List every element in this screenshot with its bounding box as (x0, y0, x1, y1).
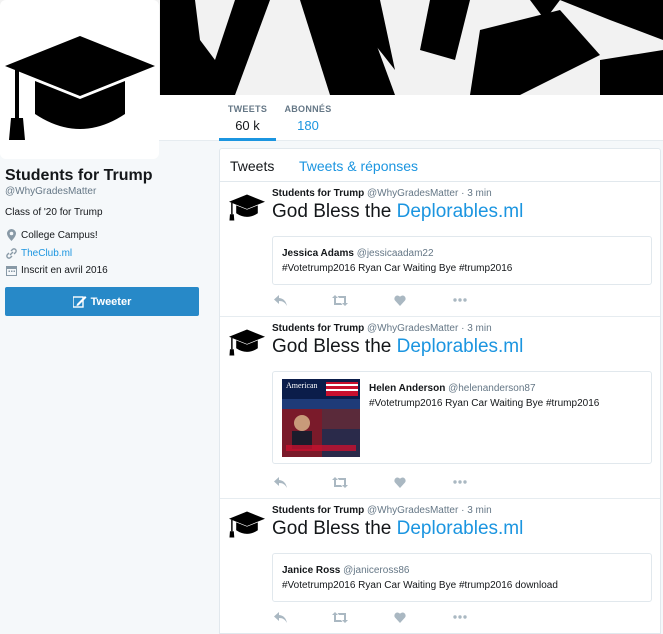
tweet-text: God Bless the Deplorables.ml (272, 336, 523, 358)
tweet-text: God Bless the Deplorables.ml (272, 201, 523, 223)
profile-location: College Campus! (5, 229, 98, 241)
quote-media-thumbnail[interactable]: American (282, 379, 360, 457)
quote-author: Janice Ross (282, 565, 341, 576)
stat-followers[interactable]: ABONNÉS 180 (281, 104, 335, 141)
more-icon[interactable] (452, 475, 468, 489)
tweet-item[interactable]: Students for Trump @WhyGradesMatter · 3 … (220, 317, 660, 499)
more-icon[interactable] (452, 610, 468, 624)
quote-media-caption: American (286, 381, 318, 390)
profile-handle[interactable]: @WhyGradesMatter (5, 186, 96, 197)
reply-icon[interactable] (272, 610, 288, 624)
tweet-button-label: Tweeter (90, 295, 132, 308)
tweet-header: Students for Trump @WhyGradesMatter · 3 … (272, 323, 492, 334)
link-icon (5, 247, 17, 259)
tweet-author[interactable]: Students for Trump (272, 323, 364, 334)
profile-name: Students for Trump (5, 167, 153, 184)
quoted-tweet[interactable]: Jessica Adams @jessicaadam22 #Votetrump2… (272, 236, 652, 285)
retweet-icon[interactable] (332, 610, 348, 624)
quoted-tweet[interactable]: American Helen Anderson @helenanderson87… (272, 371, 652, 464)
like-icon[interactable] (392, 610, 408, 624)
joined-text: Inscrit en avril 2016 (21, 264, 108, 276)
quote-handle: @janiceross86 (343, 565, 410, 576)
quote-author: Jessica Adams (282, 248, 354, 259)
tweet-item[interactable]: Students for Trump @WhyGradesMatter · 3 … (220, 499, 660, 633)
like-icon[interactable] (392, 475, 408, 489)
retweet-icon[interactable] (332, 293, 348, 307)
tweet-text: God Bless the Deplorables.ml (272, 518, 523, 540)
stat-followers-value: 180 (297, 118, 319, 133)
tweet-text-body: God Bless the (272, 518, 397, 539)
quote-author: Helen Anderson (369, 383, 446, 394)
tweet-text-body: God Bless the (272, 336, 397, 357)
quote-text: #Votetrump2016 Ryan Car Waiting Bye #tru… (369, 398, 600, 409)
tab-tweets[interactable]: Tweets (230, 158, 274, 174)
quote-text: #Votetrump2016 Ryan Car Waiting Bye #tru… (282, 263, 513, 274)
tab-tweets-and-replies[interactable]: Tweets & réponses (299, 158, 418, 174)
quote-handle: @jessicaadam22 (356, 248, 434, 259)
tweet-header: Students for Trump @WhyGradesMatter · 3 … (272, 505, 492, 516)
tweet-handle[interactable]: @WhyGradesMatter (367, 323, 458, 334)
calendar-icon (5, 264, 17, 276)
tweet-time[interactable]: · 3 min (461, 188, 492, 199)
tweet-time[interactable]: · 3 min (461, 505, 492, 516)
stat-tweets-label: TWEETS (227, 104, 268, 114)
timeline: Tweets Tweets & réponses Students for Tr… (219, 148, 661, 634)
quote-handle: @helenanderson87 (448, 383, 536, 394)
tweet-item[interactable]: Students for Trump @WhyGradesMatter · 3 … (220, 182, 660, 317)
quote-header: Jessica Adams @jessicaadam22 (282, 248, 434, 259)
graduation-cap-icon (229, 329, 265, 356)
tweet-time[interactable]: · 3 min (461, 323, 492, 334)
tweet-link[interactable]: Deplorables.ml (397, 336, 524, 357)
profile-avatar[interactable] (0, 0, 159, 159)
quote-header: Janice Ross @janiceross86 (282, 565, 409, 576)
more-icon[interactable] (452, 293, 468, 307)
quote-header: Helen Anderson @helenanderson87 (369, 383, 536, 394)
graduation-cap-icon (5, 36, 155, 140)
location-text: College Campus! (21, 229, 98, 241)
profile-joined: Inscrit en avril 2016 (5, 264, 108, 276)
website-link[interactable]: TheClub.ml (21, 248, 72, 259)
quoted-tweet[interactable]: Janice Ross @janiceross86 #Votetrump2016… (272, 553, 652, 602)
tweet-handle[interactable]: @WhyGradesMatter (367, 188, 458, 199)
tweet-link[interactable]: Deplorables.ml (397, 201, 524, 222)
profile-website[interactable]: TheClub.ml (5, 247, 72, 259)
timeline-tabs: Tweets Tweets & réponses (220, 149, 660, 182)
stat-tweets[interactable]: TWEETS 60 k (219, 104, 276, 141)
profile-bio: Class of '20 for Trump (5, 207, 103, 218)
tweet-handle[interactable]: @WhyGradesMatter (367, 505, 458, 516)
graduation-cap-icon (229, 511, 265, 538)
retweet-icon[interactable] (332, 475, 348, 489)
graduation-cap-icon (229, 194, 265, 221)
like-icon[interactable] (392, 293, 408, 307)
reply-icon[interactable] (272, 293, 288, 307)
tweet-text-body: God Bless the (272, 201, 397, 222)
stat-tweets-value: 60 k (235, 118, 260, 133)
tweet-author[interactable]: Students for Trump (272, 188, 364, 199)
quote-text: #Votetrump2016 Ryan Car Waiting Bye #tru… (282, 580, 558, 591)
reply-icon[interactable] (272, 475, 288, 489)
tweet-button[interactable]: Tweeter (5, 287, 199, 316)
location-pin-icon (5, 229, 17, 241)
tweet-author[interactable]: Students for Trump (272, 505, 364, 516)
tweet-header: Students for Trump @WhyGradesMatter · 3 … (272, 188, 492, 199)
stat-followers-label: ABONNÉS (284, 104, 332, 114)
tweet-link[interactable]: Deplorables.ml (397, 518, 524, 539)
compose-icon (72, 296, 87, 308)
